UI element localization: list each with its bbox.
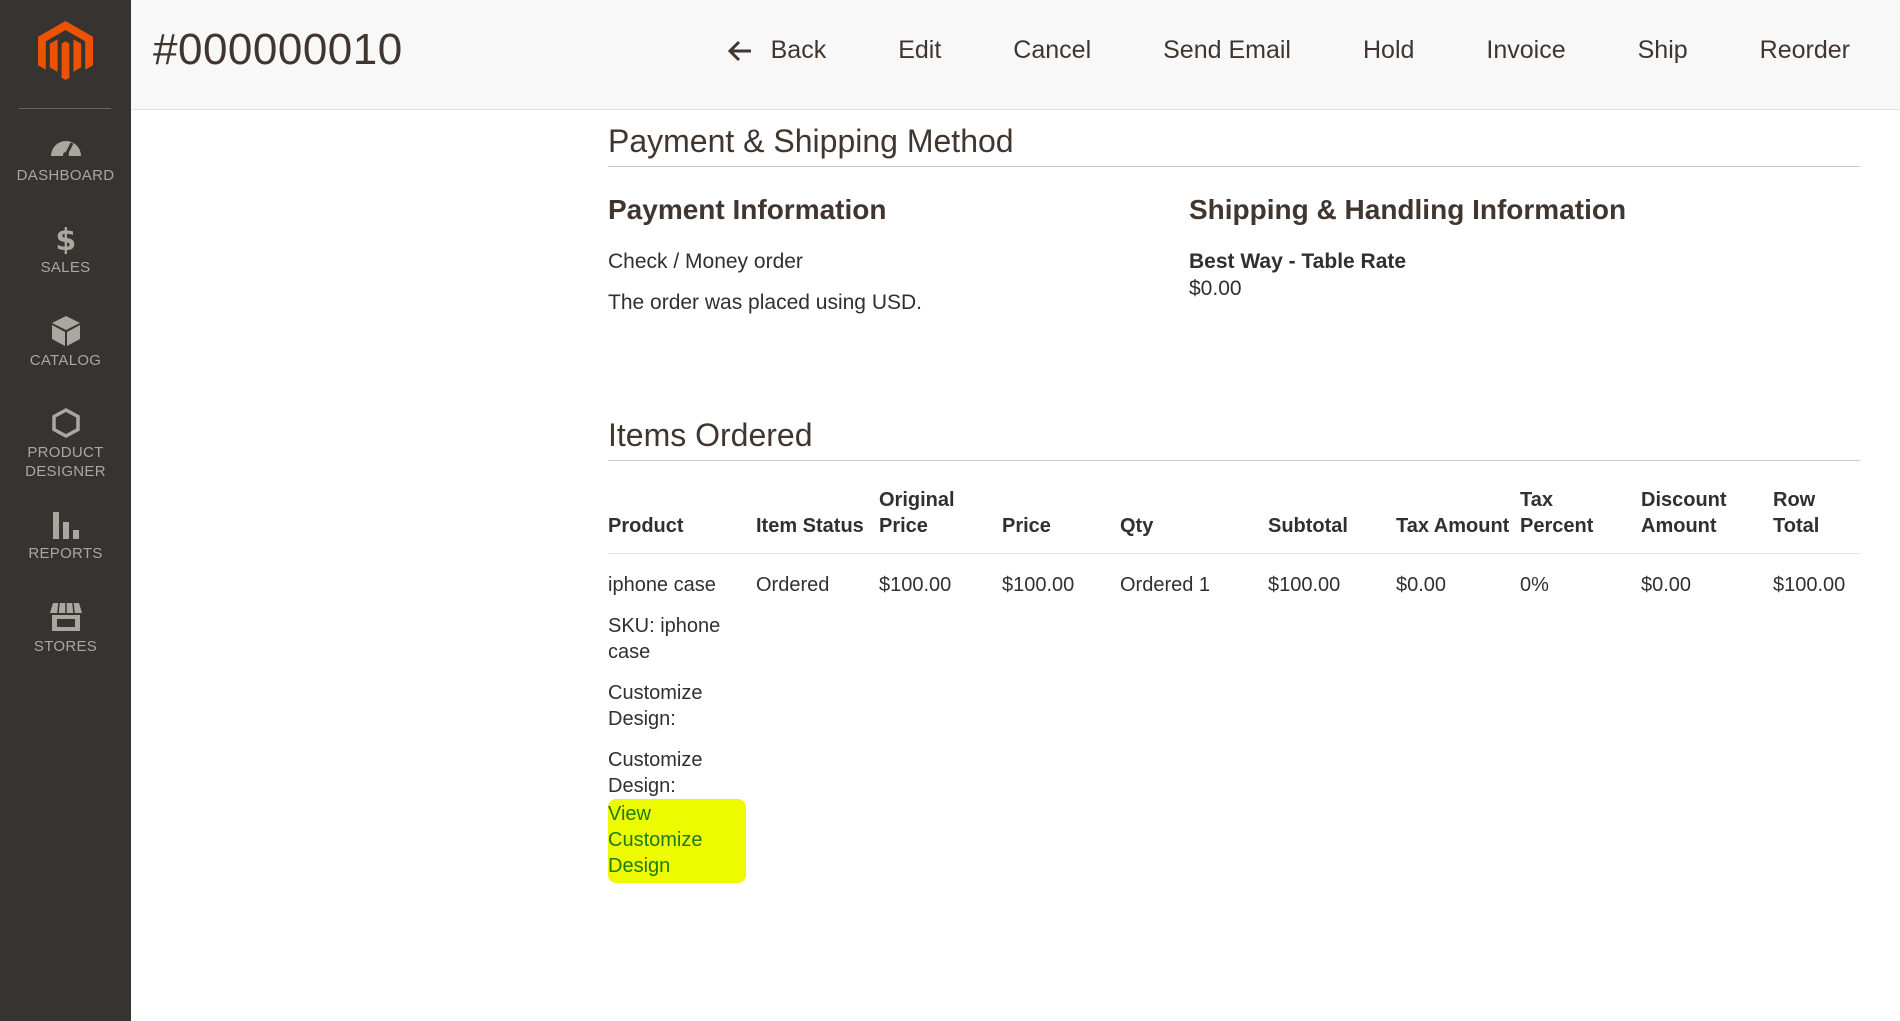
column-header-product: Product xyxy=(608,487,756,554)
payment-shipping-title: Payment & Shipping Method xyxy=(608,110,1860,167)
sidebar-item-label: CATALOG xyxy=(29,352,102,369)
page-actions: Back Edit Cancel Send Email Hold Invoice… xyxy=(727,36,1850,65)
view-customize-design-link[interactable]: View Customize Design xyxy=(608,799,746,883)
reorder-button[interactable]: Reorder xyxy=(1760,36,1850,65)
item-status-cell: Ordered xyxy=(756,574,830,596)
product-cell: iphone case SKU: iphone case Customize D… xyxy=(608,554,756,883)
back-button-label: Back xyxy=(770,36,827,64)
column-header-qty: Qty xyxy=(1120,487,1268,554)
sidebar-item-dashboard[interactable]: DASHBOARD xyxy=(0,130,131,185)
sidebar-item-catalog[interactable]: CATALOG xyxy=(0,315,131,370)
shipping-amount: $0.00 xyxy=(1189,277,1242,300)
original-price-cell: $100.00 xyxy=(879,574,952,596)
column-header-row-total: Row Total xyxy=(1773,487,1860,554)
sidebar-item-label: STORES xyxy=(33,638,98,655)
subtotal-cell: $100.00 xyxy=(1268,574,1341,596)
sidebar-item-reports[interactable]: REPORTS xyxy=(0,508,131,563)
column-header-original-price: Original Price xyxy=(879,487,1002,554)
sidebar-item-sales[interactable]: $ SALES xyxy=(0,222,131,277)
dashboard-icon xyxy=(50,141,81,158)
tax-percent-cell: 0% xyxy=(1520,574,1549,596)
sidebar-item-stores[interactable]: STORES xyxy=(0,601,131,656)
product-option-label: Customize Design: xyxy=(608,682,703,730)
page-header: #000000010 Back Edit Cancel Send Email H… xyxy=(131,0,1900,110)
magento-logo-icon[interactable] xyxy=(38,21,93,81)
hexagon-icon xyxy=(51,408,80,438)
items-ordered-title: Items Ordered xyxy=(608,417,1860,461)
dollar-icon: $ xyxy=(55,223,76,254)
shipping-information: Shipping & Handling Information Best Way… xyxy=(1189,194,1626,301)
edit-button[interactable]: Edit xyxy=(898,36,941,65)
payment-shipping-section: Payment & Shipping Method Payment Inform… xyxy=(608,110,1860,340)
table-row: iphone case SKU: iphone case Customize D… xyxy=(608,554,1860,883)
store-icon xyxy=(49,602,82,631)
column-header-discount-amount: Discount Amount xyxy=(1641,487,1773,554)
product-sku: SKU: iphone case xyxy=(608,615,721,663)
payment-information-title: Payment Information xyxy=(608,194,887,225)
product-option-label: Customize Design: xyxy=(608,749,703,797)
column-header-tax-percent: Tax Percent xyxy=(1520,487,1641,554)
invoice-button[interactable]: Invoice xyxy=(1486,36,1565,65)
svg-text:$: $ xyxy=(55,223,76,254)
sidebar-item-product-designer[interactable]: PRODUCT DESIGNER xyxy=(0,407,131,481)
items-ordered-table: Product Item Status Original Price Price… xyxy=(608,487,1860,883)
shipping-method: Best Way - Table Rate xyxy=(1189,250,1407,273)
bar-chart-icon xyxy=(52,512,79,539)
sidebar-item-label: SALES xyxy=(40,259,91,276)
payment-information: Payment Information Check / Money order … xyxy=(608,194,922,315)
sidebar-item-label: DASHBOARD xyxy=(16,167,115,184)
column-header-price: Price xyxy=(1002,487,1120,554)
discount-amount-cell: $0.00 xyxy=(1641,574,1692,596)
table-header-row: Product Item Status Original Price Price… xyxy=(608,487,1860,554)
admin-sidebar: DASHBOARD $ SALES CATALOG PRODUCT DESIGN… xyxy=(0,0,131,1021)
column-header-item-status: Item Status xyxy=(756,487,879,554)
order-view-content: Payment & Shipping Method Payment Inform… xyxy=(608,110,1860,883)
currency-note: The order was placed using USD. xyxy=(608,291,922,314)
row-total-cell: $100.00 xyxy=(1773,574,1846,596)
box-icon xyxy=(51,316,80,346)
column-header-subtotal: Subtotal xyxy=(1268,487,1396,554)
send-email-button[interactable]: Send Email xyxy=(1163,36,1291,65)
product-name: iphone case xyxy=(608,574,716,596)
sidebar-item-label: REPORTS xyxy=(28,545,103,562)
price-cell: $100.00 xyxy=(1002,574,1075,596)
shipping-information-title: Shipping & Handling Information xyxy=(1189,194,1627,225)
page-title: #000000010 xyxy=(153,25,403,74)
qty-cell: Ordered 1 xyxy=(1120,574,1211,596)
hold-button[interactable]: Hold xyxy=(1363,36,1414,65)
ship-button[interactable]: Ship xyxy=(1638,36,1688,65)
back-button[interactable]: Back xyxy=(727,36,827,65)
sidebar-item-label: PRODUCT DESIGNER xyxy=(25,444,106,480)
payment-method: Check / Money order xyxy=(608,250,803,273)
arrow-left-icon xyxy=(727,40,751,61)
sidebar-divider xyxy=(19,108,111,109)
cancel-button[interactable]: Cancel xyxy=(1013,36,1091,65)
column-header-tax-amount: Tax Amount xyxy=(1396,487,1520,554)
tax-amount-cell: $0.00 xyxy=(1396,574,1447,596)
items-ordered-section: Items Ordered Product Item Status Origin… xyxy=(608,417,1860,883)
